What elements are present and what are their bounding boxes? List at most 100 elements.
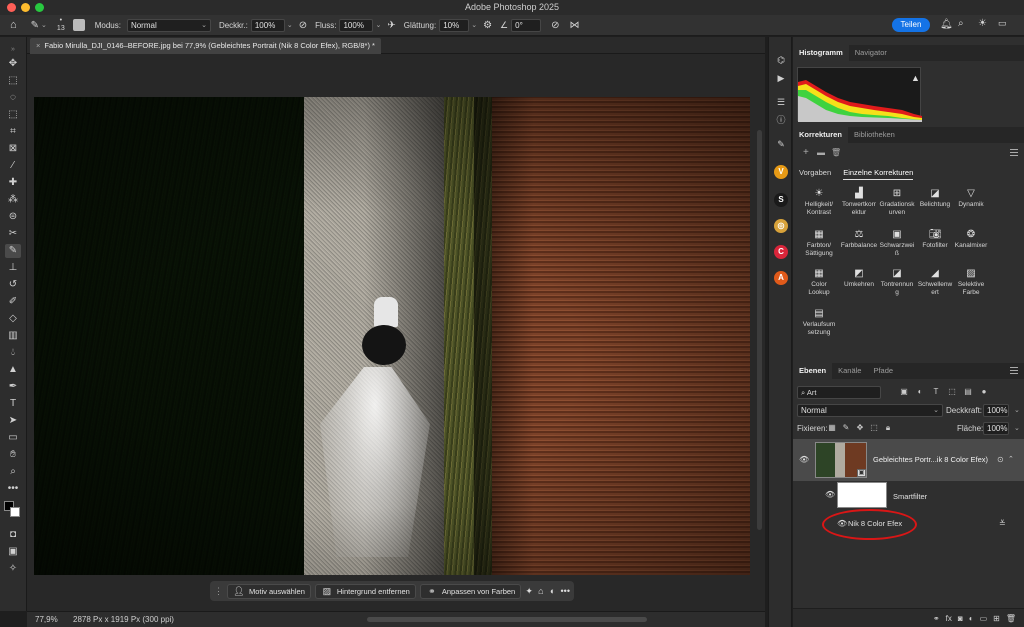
blur-tool-icon[interactable]: 💧︎ <box>5 346 21 360</box>
chevron-down-icon[interactable]: ⌄ <box>471 21 477 29</box>
type-filter-icon[interactable]: T <box>931 387 941 397</box>
tab-paths[interactable]: Pfade <box>867 363 899 379</box>
smart-filter-options-icon[interactable]: ⊙ <box>997 455 1004 464</box>
adjustment-vibrance[interactable]: ▽ Dynamik <box>951 189 991 209</box>
chevron-down-icon[interactable]: ⌄ <box>1014 424 1020 432</box>
close-window-button[interactable] <box>7 3 16 12</box>
smoothing-options-button[interactable]: ⚙ <box>483 20 492 31</box>
more-tools-icon[interactable]: ••• <box>5 482 21 496</box>
adjustment-selective-color[interactable]: ▨ Selektive Farbe <box>951 269 991 297</box>
blend-mode-select[interactable]: Normal ⌄ <box>797 404 943 417</box>
pixel-filter-icon[interactable]: ▣ <box>899 387 909 397</box>
adjustment-circle-icon[interactable]: ◐ <box>549 586 557 596</box>
filter-blending-options-icon[interactable]: ≚ <box>999 519 1006 528</box>
minimize-window-button[interactable] <box>21 3 30 12</box>
horizontal-scrollbar[interactable] <box>367 617 647 622</box>
adjustment-hue-saturation[interactable]: ▦ Farbton/ Sättigung <box>799 230 839 258</box>
adjustment-threshold[interactable]: ◢ Schwellenw ert <box>915 269 955 297</box>
adjustment-posterize[interactable]: ◪ Tontrennun g <box>877 269 917 297</box>
smart-object-filter-icon[interactable]: ▤ <box>963 387 973 397</box>
trash-icon[interactable]: 🗑︎ <box>831 148 841 157</box>
adjustment-color-lookup[interactable]: ▦ Color Lookup <box>799 269 839 297</box>
screen-mode-icon[interactable]: ▣ <box>5 545 21 559</box>
layer-opacity-input[interactable]: 100% <box>983 404 1009 417</box>
filter-toggle-icon[interactable]: ● <box>979 387 989 397</box>
layer-style-icon[interactable]: fx <box>946 614 952 623</box>
chevron-down-icon[interactable]: ⌄ <box>375 21 381 29</box>
transform-icon[interactable]: ⌂ <box>537 586 545 596</box>
adjustment-filter-icon[interactable]: ◐ <box>915 387 925 397</box>
adjustment-photo-filter[interactable]: 📷︎ Fotofilter <box>915 230 955 250</box>
adjustment-exposure[interactable]: ◪ Belichtung <box>915 189 955 209</box>
lock-position-icon[interactable]: ✥ <box>855 423 865 433</box>
plugin-s-icon[interactable]: S <box>774 193 788 207</box>
fill-input[interactable]: 100% <box>983 422 1009 435</box>
corrections-menu-icon[interactable] <box>1010 149 1018 156</box>
layer-row-smart-object[interactable]: 👁︎ ▣ Gebleichtes Portr...ik 8 Color Efex… <box>793 439 1024 481</box>
tab-corrections[interactable]: Korrekturen <box>793 127 848 143</box>
object-selection-tool-icon[interactable]: ⬚ <box>5 108 21 122</box>
symmetry-button[interactable]: ⋈ <box>570 20 580 31</box>
chevron-down-icon[interactable]: ⌄ <box>287 21 293 29</box>
smartfilter-row[interactable]: 👁︎ Smartfilter <box>793 482 1024 510</box>
tab-layers[interactable]: Ebenen <box>793 363 833 379</box>
pen-tool-icon[interactable]: ✒ <box>5 380 21 394</box>
brush-tool-icon[interactable]: ✎ <box>5 244 21 258</box>
chevron-down-icon[interactable]: ⌄ <box>1014 406 1020 414</box>
plugin-ring-icon[interactable]: ◎ <box>774 219 788 233</box>
stamp-tool-icon[interactable]: ⊥ <box>5 261 21 275</box>
link-layers-icon[interactable]: ⚭ <box>933 614 940 623</box>
warning-icon[interactable]: ▲ <box>911 73 920 83</box>
tool-preset-picker[interactable]: ✎ ⌄ <box>31 20 47 31</box>
quick-mask-icon[interactable]: ◘ <box>5 528 21 542</box>
document-image[interactable] <box>34 97 750 575</box>
lock-all-icon[interactable]: 🔒︎ <box>883 423 893 433</box>
actions-play-icon[interactable]: ▶ <box>774 71 788 85</box>
gradient-tool-icon[interactable]: ▥ <box>5 329 21 343</box>
smartfilter-mask-thumbnail[interactable] <box>837 482 887 508</box>
mode-select[interactable]: Normal ⌄ <box>126 18 211 32</box>
new-group-icon[interactable]: ▭ <box>980 614 988 623</box>
adjustment-invert[interactable]: ◩ Umkehren <box>839 269 879 289</box>
flow-input[interactable]: 100% <box>339 18 374 32</box>
close-tab-icon[interactable]: × <box>36 41 40 50</box>
drag-handle-icon[interactable]: ⋮ <box>214 586 223 597</box>
adjustment-black-white[interactable]: ▣ Schwarzwei ß <box>877 230 917 258</box>
select-subject-button[interactable]: 👤︎ Motiv auswählen <box>227 583 311 599</box>
smartfilter-visibility-icon[interactable]: 👁︎ <box>825 490 835 499</box>
remove-tool-icon[interactable]: ✂ <box>5 227 21 241</box>
magic-wand-icon[interactable]: ✦ <box>525 586 533 597</box>
brush-settings-panel-icon[interactable]: ✎ <box>774 137 788 151</box>
clone-tool-icon[interactable]: ⊜ <box>5 210 21 224</box>
add-mask-icon[interactable]: ◙ <box>958 614 963 623</box>
new-adjustment-layer-icon[interactable]: ◐ <box>969 614 974 623</box>
healing-brush-tool-icon[interactable]: ✚ <box>5 176 21 190</box>
more-options-icon[interactable]: ••• <box>561 586 570 596</box>
airbrush-toggle[interactable]: ✈ <box>387 20 395 31</box>
shape-filter-icon[interactable]: ⬚ <box>947 387 957 397</box>
shape-tool-icon[interactable]: ▭ <box>5 431 21 445</box>
home-button[interactable]: ⌂ <box>10 19 17 31</box>
remove-background-button[interactable]: ▨ Hintergrund entfernen <box>314 583 416 599</box>
smoothing-input[interactable]: 10% <box>439 18 470 32</box>
tab-libraries[interactable]: Bibliotheken <box>848 127 901 143</box>
search-icon[interactable]: ⌕ <box>958 18 964 29</box>
opacity-input[interactable]: 100% <box>250 18 285 32</box>
history-panel-icon[interactable]: ⌬ <box>774 53 788 67</box>
brush-settings-toggle[interactable] <box>72 19 85 31</box>
lock-artboard-icon[interactable]: ⬚ <box>869 423 879 433</box>
tab-channels[interactable]: Kanäle <box>832 363 867 379</box>
properties-panel-icon[interactable]: ☰ <box>774 95 788 109</box>
adjustment-brightness-contrast[interactable]: ☀ Helligkeit/ Kontrast <box>799 189 839 217</box>
lock-pixels-icon[interactable]: ✎ <box>841 423 851 433</box>
tab-navigator[interactable]: Navigator <box>849 45 893 61</box>
patch-tool-icon[interactable]: ⁂ <box>5 193 21 207</box>
pressure-size-toggle[interactable]: ⊘ <box>551 20 559 31</box>
brush-size-picker[interactable]: • 13 <box>57 17 65 33</box>
path-selection-tool-icon[interactable]: ➤ <box>5 414 21 428</box>
zoom-window-button[interactable] <box>35 3 44 12</box>
adjustment-gradient-map[interactable]: ▤ Verlaufsum setzung <box>799 309 839 337</box>
lock-transparency-icon[interactable]: ▦ <box>827 423 837 433</box>
dodge-tool-icon[interactable]: ▲ <box>5 363 21 377</box>
vertical-scrollbar[interactable] <box>757 130 762 530</box>
